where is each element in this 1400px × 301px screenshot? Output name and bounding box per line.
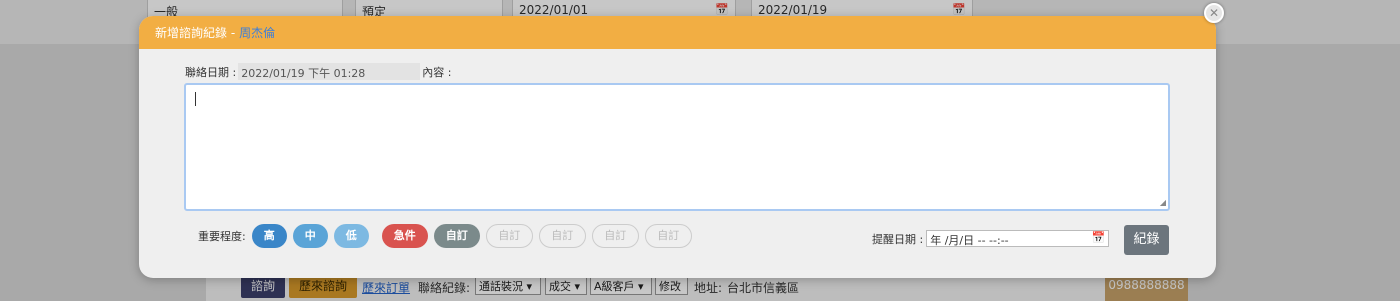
close-icon[interactable]: ✕ <box>1204 3 1224 23</box>
contact-date-label: 聯絡日期 : <box>185 65 237 79</box>
custom-button-2[interactable]: 自訂 <box>485 224 533 248</box>
calendar-icon[interactable]: 📅 <box>1092 231 1106 244</box>
customer-name: 周杰倫 <box>239 26 276 40</box>
contact-date-field: 2022/01/19 下午 01:28 <box>238 63 421 80</box>
custom-button-5[interactable]: 自訂 <box>644 224 692 248</box>
content-textarea[interactable]: ◢ <box>184 83 1170 211</box>
contact-info-row: 聯絡日期 : 2022/01/19 下午 01:28 內容 : <box>185 63 451 80</box>
custom-button-4[interactable]: 自訂 <box>591 224 639 248</box>
text-caret <box>195 92 196 106</box>
custom-button-1[interactable]: 自訂 <box>433 224 480 248</box>
reminder-row: 提醒日期 : 年 /月/日 -- --:-- 📅 <box>872 230 1110 247</box>
importance-row: 重要程度: 高 中 低 急件 自訂 自訂 自訂 自訂 自訂 <box>198 224 698 248</box>
add-inquiry-modal: 新增諮詢紀錄 - 周杰倫 聯絡日期 : 2022/01/19 下午 01:28 … <box>139 16 1216 278</box>
importance-low-button[interactable]: 低 <box>333 224 369 248</box>
importance-medium-button[interactable]: 中 <box>292 224 328 248</box>
modal-title: 新增諮詢紀錄 - <box>155 26 236 40</box>
reminder-datetime-input[interactable]: 年 /月/日 -- --:-- 📅 <box>926 230 1110 247</box>
modal-header: 新增諮詢紀錄 - 周杰倫 <box>139 16 1216 49</box>
urgent-button[interactable]: 急件 <box>381 224 428 248</box>
reminder-label: 提醒日期 : <box>872 232 924 246</box>
resize-grip-icon[interactable]: ◢ <box>1160 199 1166 207</box>
content-label: 內容 : <box>422 65 452 79</box>
save-record-button[interactable]: 紀錄 <box>1124 225 1169 255</box>
importance-label: 重要程度: <box>198 230 246 243</box>
custom-button-3[interactable]: 自訂 <box>538 224 586 248</box>
reminder-placeholder: 年 /月/日 -- --:-- <box>930 234 1009 247</box>
importance-high-button[interactable]: 高 <box>251 224 287 248</box>
